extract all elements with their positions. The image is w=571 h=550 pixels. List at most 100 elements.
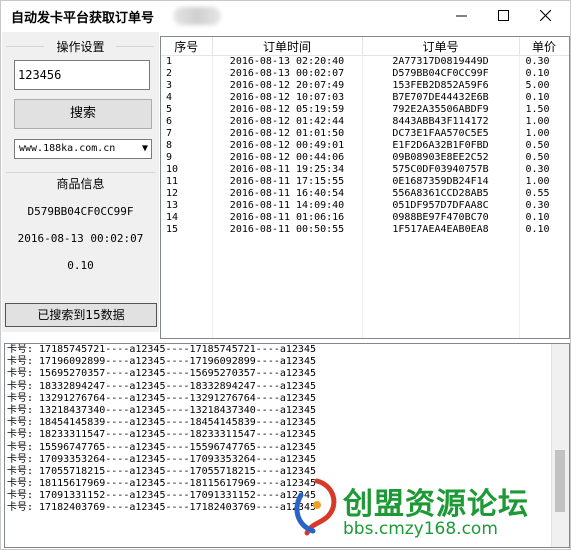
search-status-button[interactable]: 已搜索到15数据 [5,303,157,327]
group-divider [116,46,154,47]
cell-empty [519,312,569,331]
table-row-empty [161,255,569,274]
cell-order-time: 2016-08-12 05:19:59 [212,104,363,116]
log-scrollbar[interactable] [551,344,569,547]
group-divider [6,46,44,47]
window-title: 自动发卡平台获取订单号 [11,11,155,26]
log-content: 卡号: 17185745721----a12345----17185745721… [5,344,569,515]
table-row[interactable]: 12 2016-08-11 16:40:54 556A8361CCD28AB5 0.5… [161,188,569,200]
maximize-icon [497,9,509,21]
site-select-value: www.188ka.com.cn [19,143,116,154]
cell-order-time: 2016-08-11 16:40:54 [212,188,363,200]
cell-order-id: 153FEB2D852A59F6 [362,80,520,92]
table-row[interactable]: 10 2016-08-11 19:25:34 575C0DF03940757B 0.3… [161,164,569,176]
minimize-button[interactable] [445,1,477,29]
product-order-id: D579BB04CF0CC99F [27,205,134,218]
table-row[interactable]: 6 2016-08-12 01:42:44 8443ABB43F114172 1.00 [161,116,569,128]
cell-price: 0.30 [519,200,569,212]
log-line: 卡号: 13218437340----a12345----13218437340… [7,404,316,416]
cell-order-time: 2016-08-11 00:50:55 [212,224,363,236]
log-line: 卡号: 17182403769----a12345----17182403769… [7,502,316,514]
cell-index: 3 [161,80,213,92]
cell-empty [519,293,569,312]
cell-order-id: E1F2D6A32B1F0FBD [362,140,520,152]
table-row[interactable]: 7 2016-08-12 01:01:50 DC73E1FAA570C5E5 1.00 [161,128,569,140]
chevron-down-icon: ▼ [141,143,148,154]
cell-price: 0.50 [519,140,569,152]
close-button[interactable] [529,1,561,29]
product-section-title: 商品信息 [56,177,105,191]
cell-order-id: D579BB04CF0CC99F [362,68,520,80]
cell-order-time: 2016-08-12 01:42:44 [212,116,363,128]
table-header-row: 序号 订单时间 订单号 单价 [161,37,569,56]
log-line: 卡号: 18454145839----a12345----18454145839… [7,417,316,429]
table-row[interactable]: 3 2016-08-12 20:07:49 153FEB2D852A59F6 5.00 [161,80,569,92]
cell-order-id: 1F517AEA4EAB0EA8 [362,224,520,236]
scrollbar-thumb[interactable] [555,450,565,512]
cell-order-id: 051DF957D7DFAA8C [362,200,520,212]
cell-order-time: 2016-08-13 02:20:40 [212,55,363,68]
minimize-icon [455,15,467,16]
close-icon [539,9,551,21]
cell-index: 15 [161,224,213,236]
cell-empty [362,274,520,293]
blurred-title-region [173,7,221,25]
cell-index: 14 [161,212,213,224]
log-line: 卡号: 18233311547----a12345----18233311547… [7,429,316,441]
cell-price: 0.30 [519,164,569,176]
cell-order-time: 2016-08-12 00:44:06 [212,152,363,164]
table-row[interactable]: 5 2016-08-12 05:19:59 792E2A35506ABDF9 1.50 [161,104,569,116]
maximize-button[interactable] [487,1,519,29]
cell-index: 6 [161,116,213,128]
title-bar: 自动发卡平台获取订单号 [1,1,570,31]
left-panel: 操作设置 123456 搜索 www.188ka.com.cn ▼ 商品信息 D… [2,32,159,332]
table-row[interactable]: 14 2016-08-11 01:06:16 0988BE97F470BC70 0.1… [161,212,569,224]
cell-order-time: 2016-08-12 01:01:50 [212,128,363,140]
log-line: 卡号: 17091331152----a12345----17091331152… [7,490,316,502]
table-row-empty [161,312,569,331]
cell-empty [519,331,569,338]
log-line: 卡号: 13291276764----a12345----13291276764… [7,392,316,404]
column-header-price[interactable]: 单价 [519,37,569,56]
result-log[interactable]: 卡号: 17185745721----a12345----17185745721… [4,343,570,548]
log-line: 卡号: 17196092899----a12345----17196092899… [7,356,316,368]
search-input[interactable]: 123456 [14,60,150,90]
table-row[interactable]: 8 2016-08-12 00:49:01 E1F2D6A32B1F0FBD 0.50 [161,140,569,152]
cell-index: 4 [161,92,213,104]
column-header-index[interactable]: 序号 [161,37,213,56]
order-table[interactable]: 序号 订单时间 订单号 单价 1 2016-08-13 02:20:40 2A773… [160,36,570,339]
cell-order-id: 792E2A35506ABDF9 [362,104,520,116]
cell-order-id: B7E707DE44432E6B [362,92,520,104]
table-row[interactable]: 2 2016-08-13 00:02:07 D579BB04CF0CC99F 0.10 [161,68,569,80]
table-row[interactable]: 11 2016-08-11 17:15:55 0E1687359DB24F14 1.0… [161,176,569,188]
table-row[interactable]: 9 2016-08-12 00:44:06 09B08903E8EE2C52 0.50 [161,152,569,164]
table-body: 1 2016-08-13 02:20:40 2A77317D0819449D 0.30… [161,55,569,338]
cell-order-time: 2016-08-11 01:06:16 [212,212,363,224]
cell-price: 0.50 [519,152,569,164]
cell-order-id: 0988BE97F470BC70 [362,212,520,224]
column-header-time[interactable]: 订单时间 [212,37,363,56]
cell-empty [212,255,363,274]
table-row[interactable]: 4 2016-08-12 10:07:03 B7E707DE44432E6B 0.10 [161,92,569,104]
cell-price: 0.55 [519,188,569,200]
table-row[interactable]: 13 2016-08-11 14:09:40 051DF957D7DFAA8C 0.3… [161,200,569,212]
column-header-order-id[interactable]: 订单号 [362,37,520,56]
cell-empty [161,255,213,274]
site-select[interactable]: www.188ka.com.cn ▼ [14,139,152,159]
cell-index: 12 [161,188,213,200]
cell-index: 1 [161,55,213,68]
cell-index: 7 [161,128,213,140]
log-line: 卡号: 18332894247----a12345----18332894247… [7,380,316,392]
table-row[interactable]: 15 2016-08-11 00:50:55 1F517AEA4EAB0EA8 0.1… [161,224,569,236]
app-window: 自动发卡平台获取订单号 操作设置 123456 搜索 www.188ka.com… [0,0,571,550]
log-line: 卡号: 15596747765----a12345----15596747765… [7,441,316,453]
cell-order-id: 0E1687359DB24F14 [362,176,520,188]
cell-empty [519,274,569,293]
cell-empty [161,312,213,331]
cell-price: 1.00 [519,176,569,188]
table-row[interactable]: 1 2016-08-13 02:20:40 2A77317D0819449D 0.30 [161,55,569,68]
cell-index: 13 [161,200,213,212]
group-divider [6,172,155,173]
table-row-empty [161,293,569,312]
search-button[interactable]: 搜索 [14,99,152,129]
